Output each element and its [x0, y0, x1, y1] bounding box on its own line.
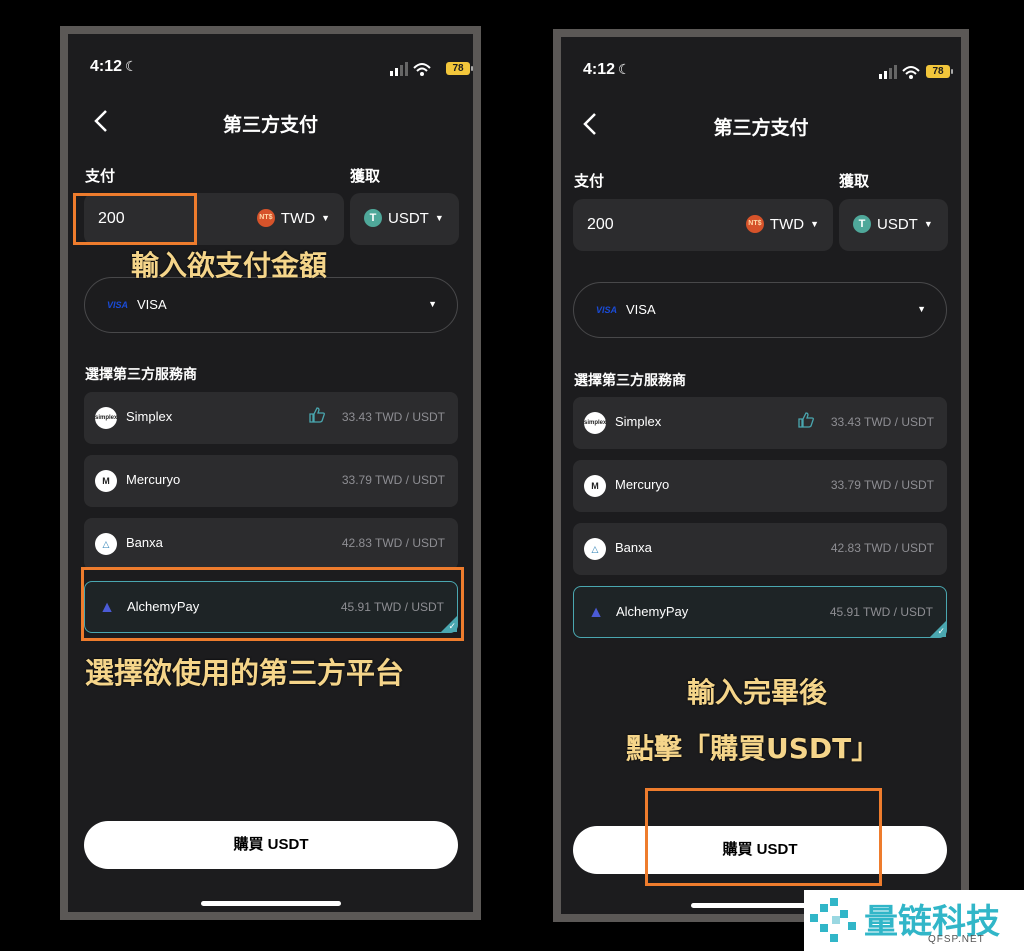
- simplex-logo-icon: simplex: [95, 407, 117, 429]
- visa-logo-icon: VISA: [596, 305, 618, 315]
- caret-down-icon: ▼: [917, 304, 926, 314]
- twd-coin-icon: NT$: [256, 209, 275, 227]
- visa-logo-icon: VISA: [107, 300, 129, 310]
- mercuryo-logo-icon: M: [95, 470, 117, 492]
- alchemypay-logo-icon: ▲: [588, 604, 604, 621]
- annotation-box-buy: [645, 788, 882, 886]
- annotation-box-amount: [73, 193, 197, 245]
- annotation-enter-amount: 輸入欲支付金額: [131, 249, 328, 282]
- status-bar: 4:12 ☾ 78: [68, 58, 473, 80]
- provider-banxa[interactable]: △ Banxa 42.83 TWD / USDT: [573, 523, 947, 575]
- battery-icon: 78: [926, 65, 953, 78]
- usdt-coin-icon: T: [364, 209, 382, 227]
- provider-name: AlchemyPay: [616, 604, 689, 619]
- provider-name: Simplex: [615, 414, 662, 429]
- payment-method-select[interactable]: VISA VISA ▼: [84, 277, 458, 333]
- provider-simplex[interactable]: simplex Simplex 33.43 TWD / USDT: [573, 397, 947, 449]
- receive-label: 獲取: [350, 168, 381, 185]
- caret-down-icon: ▼: [923, 219, 933, 229]
- banxa-logo-icon: △: [95, 533, 117, 555]
- signal-wifi-icon: [879, 65, 920, 79]
- provider-name: Mercuryo: [615, 477, 670, 492]
- annotation-select-platform: 選擇欲使用的第三方平台: [85, 656, 405, 690]
- watermark-domain: QFSP.NET: [928, 934, 985, 945]
- provider-name: Banxa: [615, 540, 652, 555]
- receive-currency-label: USDT: [388, 209, 429, 227]
- pay-label: 支付: [85, 168, 116, 185]
- simplex-logo-icon: simplex: [584, 412, 606, 434]
- provider-rate: 42.83 TWD / USDT: [341, 536, 445, 550]
- provider-mercuryo[interactable]: M Mercuryo 33.79 TWD / USDT: [573, 460, 947, 512]
- receive-currency-select[interactable]: T USDT ▼: [364, 209, 444, 227]
- page-title: 第三方支付: [222, 115, 318, 136]
- phone-frame-left: 4:12 ☾ 78 第三方支付 支付 獲取 200 NT$ TWD ▼ T USD…: [60, 26, 481, 920]
- watermark: 量链科技 QFSP.NET: [804, 890, 1024, 951]
- check-icon: ✓: [937, 626, 945, 636]
- phone-screen-right: 4:12 ☾ 78 第三方支付 支付 獲取 200 NT$ TWD ▼ T USD…: [561, 37, 961, 914]
- caret-down-icon: ▼: [434, 213, 444, 223]
- provider-name: Simplex: [126, 409, 173, 424]
- pay-currency-select[interactable]: NT$ TWD ▼: [256, 209, 330, 227]
- receive-currency-label: USDT: [877, 215, 918, 233]
- provider-rate: 45.91 TWD / USDT: [829, 605, 933, 619]
- providers-label: 選擇第三方服務商: [85, 366, 197, 382]
- caret-down-icon: ▼: [428, 299, 437, 309]
- amount-input[interactable]: 200: [587, 216, 614, 234]
- providers-label: 選擇第三方服務商: [574, 372, 686, 388]
- annotation-box-provider: [81, 567, 464, 641]
- home-indicator: [200, 901, 341, 906]
- pay-currency-label: TWD: [280, 209, 316, 227]
- receive-label: 獲取: [839, 173, 870, 190]
- caret-down-icon: ▼: [321, 213, 330, 223]
- thumbs-up-icon: [798, 412, 814, 428]
- provider-rate: 33.79 TWD / USDT: [341, 473, 445, 487]
- status-bar: 4:12 ☾ 78: [561, 61, 961, 83]
- provider-name: Banxa: [126, 535, 163, 550]
- payment-method-label: VISA: [626, 302, 656, 317]
- receive-currency-select[interactable]: T USDT ▼: [853, 215, 933, 233]
- watermark-logo-icon: [810, 898, 856, 942]
- phone-screen-left: 4:12 ☾ 78 第三方支付 支付 獲取 200 NT$ TWD ▼ T USD…: [68, 34, 473, 912]
- page-title: 第三方支付: [713, 118, 809, 139]
- moon-icon: ☾: [618, 61, 631, 77]
- receive-currency-box[interactable]: T USDT ▼: [350, 193, 459, 245]
- provider-rate: 42.83 TWD / USDT: [830, 541, 934, 555]
- provider-name: Mercuryo: [126, 472, 181, 487]
- annotation-after-input-2: 點擊「購買USDT」: [626, 732, 880, 765]
- provider-rate: 33.43 TWD / USDT: [341, 410, 445, 424]
- amount-input-box[interactable]: 200 NT$ TWD ▼: [573, 199, 833, 251]
- provider-alchemypay[interactable]: ▲ AlchemyPay 45.91 TWD / USDT ✓: [573, 586, 947, 638]
- twd-coin-icon: NT$: [745, 215, 764, 233]
- moon-icon: ☾: [125, 58, 138, 74]
- provider-rate: 33.79 TWD / USDT: [830, 478, 934, 492]
- buy-usdt-button[interactable]: 購買 USDT: [84, 821, 458, 869]
- mercuryo-logo-icon: M: [584, 475, 606, 497]
- pay-label: 支付: [574, 173, 605, 190]
- battery-icon: 78: [446, 62, 473, 75]
- banxa-logo-icon: △: [584, 538, 606, 560]
- receive-currency-box[interactable]: T USDT ▼: [839, 199, 948, 251]
- status-time: 4:12 ☾: [90, 58, 138, 75]
- caret-down-icon: ▼: [810, 219, 819, 229]
- thumbs-up-icon: [309, 407, 325, 423]
- status-time: 4:12 ☾: [583, 61, 631, 78]
- provider-banxa[interactable]: △ Banxa 42.83 TWD / USDT: [84, 518, 458, 570]
- pay-currency-select[interactable]: NT$ TWD ▼: [745, 215, 819, 233]
- provider-mercuryo[interactable]: M Mercuryo 33.79 TWD / USDT: [84, 455, 458, 507]
- usdt-coin-icon: T: [853, 215, 871, 233]
- pay-currency-label: TWD: [769, 215, 805, 233]
- payment-method-label: VISA: [137, 297, 167, 312]
- signal-wifi-icon: [390, 62, 431, 76]
- provider-simplex[interactable]: simplex Simplex 33.43 TWD / USDT: [84, 392, 458, 444]
- annotation-after-input-1: 輸入完畢後: [687, 676, 828, 709]
- provider-rate: 33.43 TWD / USDT: [830, 415, 934, 429]
- payment-method-select[interactable]: VISA VISA ▼: [573, 282, 947, 338]
